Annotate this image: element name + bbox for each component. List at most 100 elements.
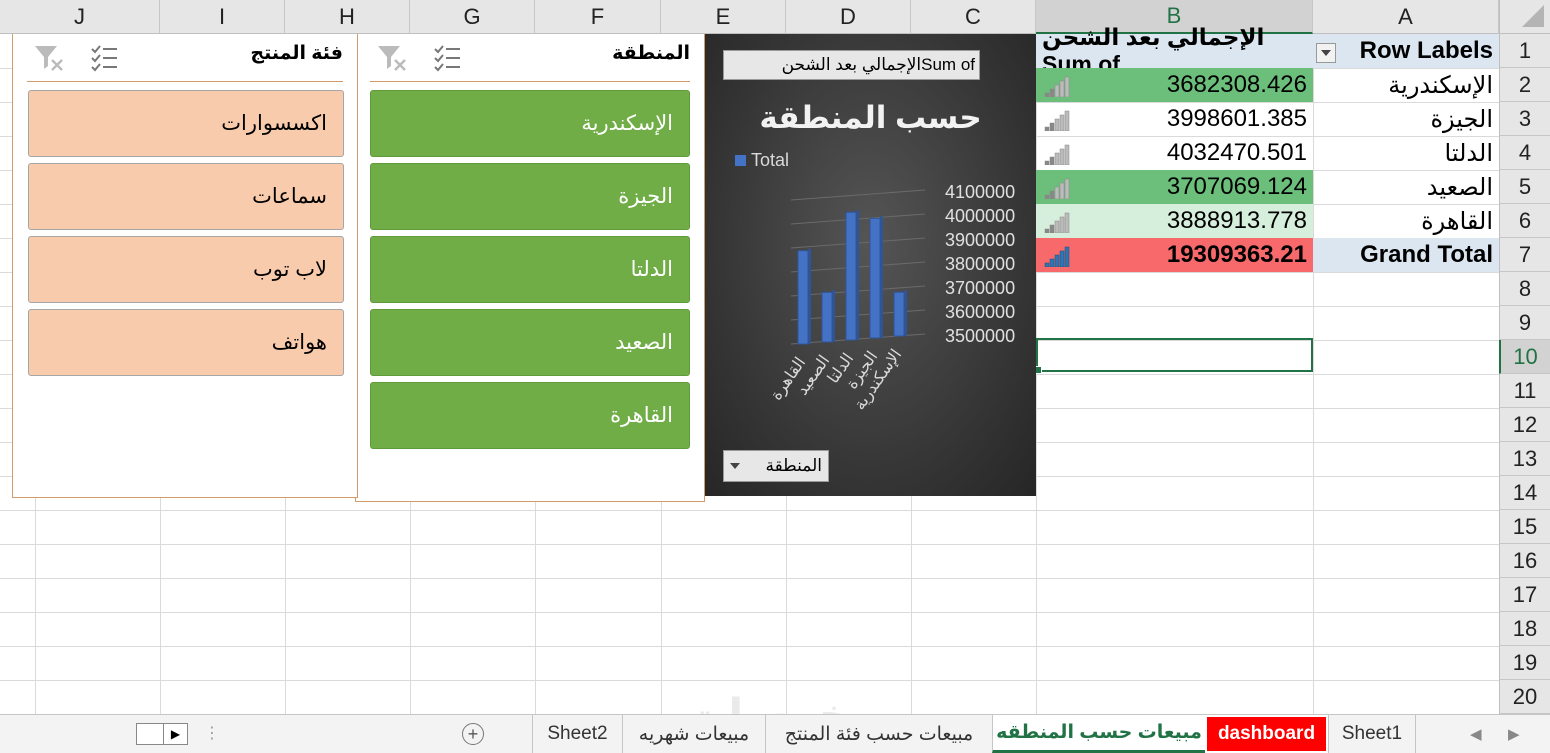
slicer-region-item[interactable]: القاهرة <box>370 382 690 449</box>
pivot-grand-total-label: Grand Total <box>1313 238 1499 272</box>
row-header-20[interactable]: 20 <box>1499 680 1550 714</box>
row-header-12[interactable]: 12 <box>1499 408 1550 442</box>
add-sheet-button[interactable]: + <box>462 723 484 745</box>
row-header-3[interactable]: 3 <box>1499 102 1550 136</box>
row-header-19[interactable]: 19 <box>1499 646 1550 680</box>
pivot-grand-total-value-cell[interactable]: 19309363.21 <box>1036 238 1313 272</box>
column-header-a[interactable]: A <box>1313 0 1499 34</box>
row-header-16[interactable]: 16 <box>1499 544 1550 578</box>
pivot-row-label[interactable]: القاهرة <box>1313 204 1499 238</box>
column-header-g[interactable]: G <box>410 0 535 34</box>
tab-scroll-right-icon[interactable]: ▶ <box>1508 725 1520 743</box>
row-header-4[interactable]: 4 <box>1499 136 1550 170</box>
pivot-row-label[interactable]: الإسكندرية <box>1313 68 1499 102</box>
chart-bar-side <box>856 210 859 340</box>
slicer-region-item[interactable]: الجيزة <box>370 163 690 230</box>
tab-sheet2[interactable]: Sheet2 <box>532 715 622 753</box>
chart-bar-side <box>832 290 835 342</box>
row-header-13[interactable]: 13 <box>1499 442 1550 476</box>
pivot-chart[interactable]: 4100000 4000000 3900000 3800000 3700000 36000… <box>705 34 1036 496</box>
pivot-row-label[interactable]: الجيزة <box>1313 102 1499 136</box>
scroll-right-arrow-icon[interactable]: ▶ <box>163 724 187 744</box>
y-tick-label: 3800000 <box>945 254 1015 274</box>
pivot-value-cell[interactable]: 3682308.426 <box>1036 68 1313 102</box>
pivot-value: 3888913.778 <box>1166 207 1307 234</box>
chart-bar[interactable] <box>893 291 905 337</box>
column-header-c[interactable]: C <box>911 0 1036 34</box>
slicer-category-item[interactable]: لاب توب <box>28 236 344 303</box>
pivot-row-label[interactable]: الصعيد <box>1313 170 1499 204</box>
gridline <box>0 680 1499 681</box>
row-header-15[interactable]: 15 <box>1499 510 1550 544</box>
clear-filter-icon[interactable] <box>33 42 65 77</box>
grand-total-value: 19309363.21 <box>1166 241 1307 268</box>
tab-monthly-sales[interactable]: مبيعات شهريه <box>622 715 765 753</box>
pivot-values-header[interactable]: الإجمالي بعد الشحن Sum of <box>1036 24 1313 77</box>
column-header-d[interactable]: D <box>786 0 911 34</box>
row-labels-text: Row Labels <box>1359 37 1493 64</box>
row-labels-filter-dropdown[interactable] <box>1316 43 1336 63</box>
tab-dashboard[interactable]: dashboard <box>1205 715 1328 753</box>
column-header-j[interactable]: J <box>0 0 160 34</box>
tab-category-sales[interactable]: مبيعات حسب فئة المنتج <box>765 715 992 753</box>
chart-bar[interactable] <box>869 217 881 339</box>
category-slicer-divider <box>27 81 343 82</box>
category-slicer[interactable]: فئة المنتج اكسسوارات سماعات لاب توب هواتف <box>12 34 358 498</box>
pivot-row-labels-header[interactable]: Row Labels <box>1313 34 1499 68</box>
slicer-region-item[interactable]: الإسكندرية <box>370 90 690 157</box>
column-header-i[interactable]: I <box>160 0 285 34</box>
gridline <box>0 510 1499 511</box>
tab-sheet1[interactable]: Sheet1 <box>1328 715 1416 753</box>
select-all-triangle-icon <box>1522 5 1544 27</box>
chevron-down-icon <box>1321 50 1331 56</box>
chart-value-field-button[interactable]: الإجمالي بعد الشحنSum of <box>723 50 980 80</box>
multi-select-icon[interactable] <box>432 42 462 77</box>
select-all-corner[interactable] <box>1499 0 1550 34</box>
column-header-f[interactable]: F <box>535 0 661 34</box>
sheet-tab-bar: ▶ ⋮ + Sheet2 مبيعات شهريه مبيعات حسب فئة… <box>0 714 1550 753</box>
column-header-e[interactable]: E <box>661 0 786 34</box>
gridline <box>0 612 1499 613</box>
slicer-category-item[interactable]: اكسسوارات <box>28 90 344 157</box>
chart-axis-field-button[interactable]: المنطقة <box>723 450 829 482</box>
row-header-9[interactable]: 9 <box>1499 306 1550 340</box>
row-header-5[interactable]: 5 <box>1499 170 1550 204</box>
slicer-category-item[interactable]: سماعات <box>28 163 344 230</box>
slicer-region-item[interactable]: الصعيد <box>370 309 690 376</box>
chart-bar[interactable] <box>821 291 833 343</box>
multi-select-icon[interactable] <box>89 42 119 77</box>
tab-splitter-handle[interactable]: ⋮ <box>204 723 220 743</box>
pivot-value-cell[interactable]: 3707069.124 <box>1036 170 1313 204</box>
region-slicer[interactable]: المنطقة الإسكندرية الجيزة الدلتا الصعيد القا… <box>355 34 705 502</box>
row-header-17[interactable]: 17 <box>1499 578 1550 612</box>
row-header-6[interactable]: 6 <box>1499 204 1550 238</box>
row-header-2[interactable]: 2 <box>1499 68 1550 102</box>
chart-bar[interactable] <box>845 211 857 341</box>
y-tick-label: 3500000 <box>945 326 1015 346</box>
horizontal-scroll-box[interactable]: ▶ <box>136 723 188 745</box>
pivot-value-cell[interactable]: 3998601.385 <box>1036 102 1313 136</box>
pivot-row-label[interactable]: الدلتا <box>1313 136 1499 170</box>
pivot-value-cell[interactable]: 4032470.501 <box>1036 136 1313 170</box>
tab-scroll-left-icon[interactable]: ◀ <box>1470 725 1482 743</box>
row-header-7[interactable]: 7 <box>1499 238 1550 272</box>
slicer-category-item[interactable]: هواتف <box>28 309 344 376</box>
legend-swatch <box>735 155 746 166</box>
row-header-10[interactable]: 10 <box>1499 340 1550 374</box>
clear-filter-icon[interactable] <box>376 42 408 77</box>
chevron-down-icon <box>730 463 740 469</box>
row-header-11[interactable]: 11 <box>1499 374 1550 408</box>
row-header-14[interactable]: 14 <box>1499 476 1550 510</box>
row-header-18[interactable]: 18 <box>1499 612 1550 646</box>
active-cell-b10[interactable] <box>1034 338 1313 374</box>
chart-legend: Total <box>735 150 789 171</box>
row-header-1[interactable]: 1 <box>1499 34 1550 68</box>
column-header-h[interactable]: H <box>285 0 410 34</box>
data-bar-icon <box>1044 246 1070 267</box>
y-tick-label: 4000000 <box>945 206 1015 226</box>
tab-region-sales[interactable]: مبيعات حسب المنطقه <box>992 715 1205 753</box>
chart-bar[interactable] <box>797 250 809 345</box>
row-header-8[interactable]: 8 <box>1499 272 1550 306</box>
pivot-value-cell[interactable]: 3888913.778 <box>1036 204 1313 238</box>
slicer-region-item[interactable]: الدلتا <box>370 236 690 303</box>
